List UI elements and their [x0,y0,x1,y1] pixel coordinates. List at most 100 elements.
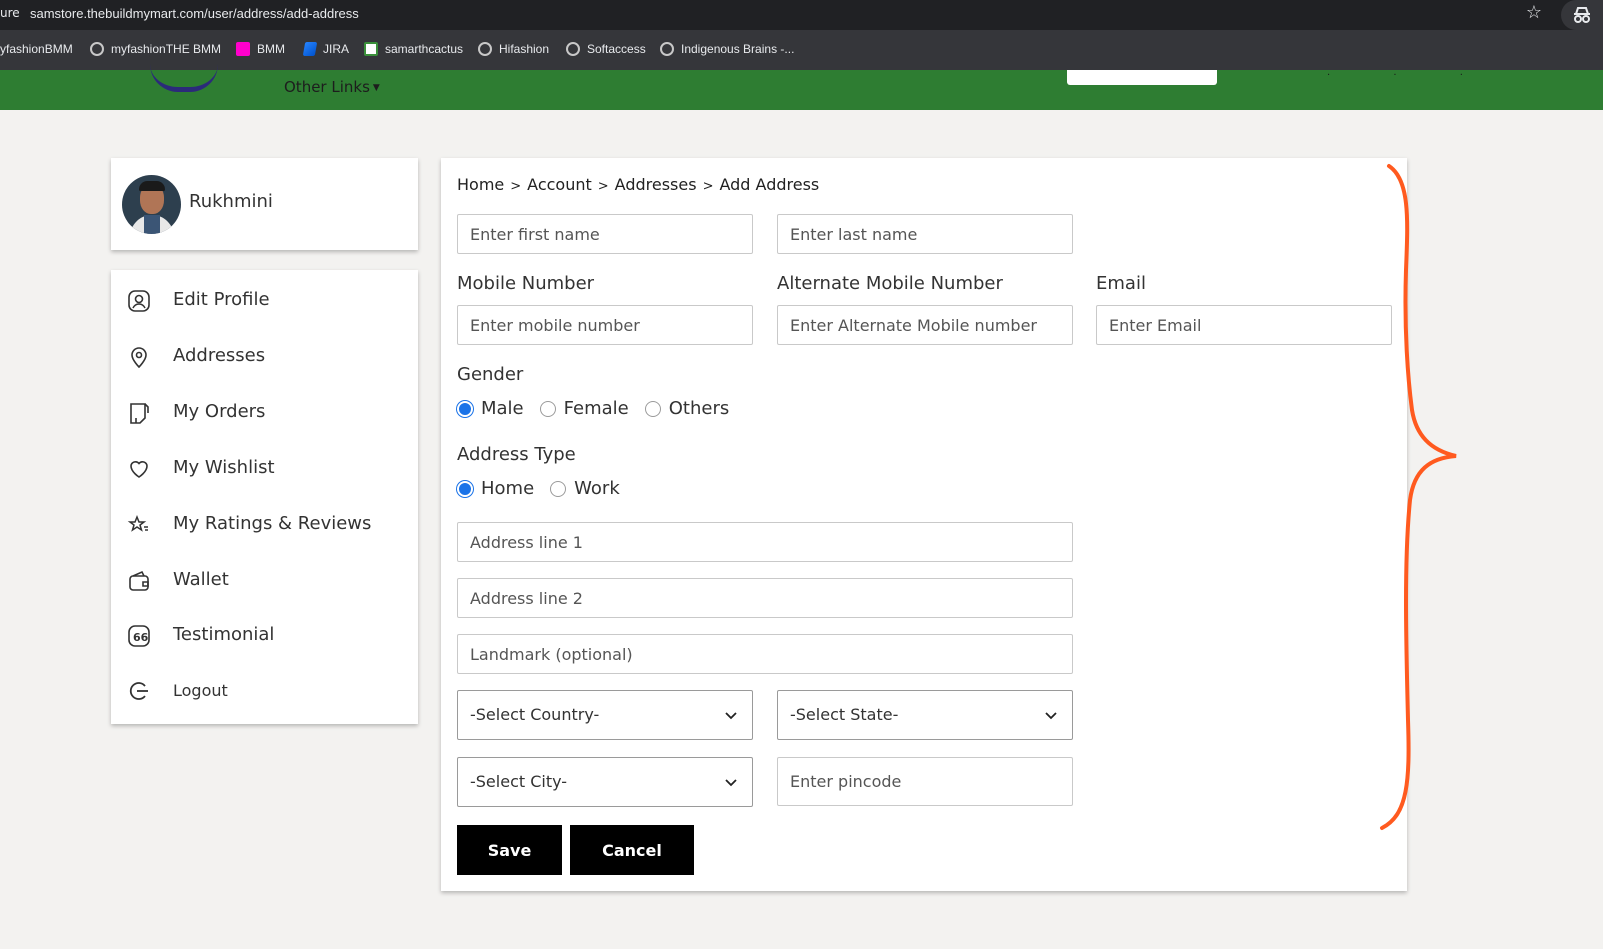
city-select-value: -Select City- [470,772,568,791]
bookmark-item[interactable]: myfashionTHE BMM [90,42,221,56]
breadcrumb-addresses[interactable]: Addresses [615,175,697,194]
breadcrumb-account[interactable]: Account [527,175,592,194]
gender-others-radio[interactable]: Others [644,398,729,419]
svg-text:66: 66 [133,631,149,644]
address-line2-field [457,578,1073,618]
samarth-favicon-icon [364,42,378,56]
address-line1-input[interactable] [458,523,1072,561]
incognito-icon[interactable] [1561,0,1603,30]
chevron-right-icon: > [597,179,609,194]
first-name-input[interactable] [458,215,752,253]
radio-selected-icon [457,400,473,417]
breadcrumb: Home > Account > Addresses > Add Address [457,175,819,194]
browser-url-bar: ure samstore.thebuildmymart.com/user/add… [0,0,1603,30]
address-type-label: Address Type [457,444,576,465]
alt-mobile-number-input[interactable] [778,306,1072,344]
header-search-box[interactable] [1067,70,1217,85]
star-icon [127,514,148,532]
landmark-input[interactable] [458,635,1072,673]
sidebar-item-testimonial[interactable]: 66 Testimonial [111,615,418,655]
bookmarks-bar: yfashionBMM myfashionTHE BMM BMM JIRA sa… [0,30,1603,70]
globe-icon [478,42,492,56]
gender-label: Gender [457,364,524,385]
avatar [122,175,181,234]
wallet-icon [129,570,149,591]
alt-mobile-number-label: Alternate Mobile Number [777,273,1003,294]
pincode-field [777,757,1073,806]
bookmark-star-icon[interactable]: ☆ [1524,3,1544,23]
quote-icon: 66 [128,625,150,647]
mobile-number-input[interactable] [458,306,752,344]
city-select[interactable]: -Select City- [457,757,753,807]
caret-down-icon: ▼ [372,82,380,93]
map-pin-icon [131,347,147,369]
last-name-field [777,214,1073,254]
account-sidebar-menu: Edit Profile Addresses My Orders My Wish… [111,270,418,724]
bookmark-item[interactable]: BMM [236,42,285,56]
site-header: Other Links ▼ · · · [0,70,1603,110]
jira-icon [302,42,318,56]
email-input[interactable] [1097,306,1391,344]
address-line2-input[interactable] [458,579,1072,617]
alt-mobile-number-field [777,305,1073,345]
orders-icon [130,403,149,424]
profile-name: Rukhmini [189,191,273,212]
country-select[interactable]: -Select Country- [457,690,753,740]
address-type-radio-group: Home Work [457,478,636,499]
url-scheme: ure [0,6,20,20]
chevron-down-icon [725,779,737,787]
email-field [1096,305,1392,345]
address-type-work-radio[interactable]: Work [550,478,620,499]
heart-icon [130,461,148,478]
sidebar-item-my-wishlist[interactable]: My Wishlist [111,448,418,488]
bookmark-item[interactable]: samarthcactus [364,42,463,56]
bookmark-item[interactable]: yfashionBMM [0,42,73,56]
header-icons: · · · [1327,70,1493,81]
bookmark-item[interactable]: Indigenous Brains -... [660,42,794,56]
globe-icon [660,42,674,56]
address-type-home-radio[interactable]: Home [457,478,534,499]
globe-icon [566,42,580,56]
chevron-down-icon [1045,712,1057,720]
bmm-favicon-icon [236,42,250,56]
gender-male-radio[interactable]: Male [457,398,524,419]
radio-unselected-icon [550,480,567,497]
save-button[interactable]: Save [457,825,562,875]
mobile-number-label: Mobile Number [457,273,595,294]
sidebar-item-addresses[interactable]: Addresses [111,336,418,376]
chevron-right-icon: > [702,179,714,194]
sidebar-item-logout[interactable]: Logout [111,670,418,710]
gender-radio-group: Male Female Others [457,398,745,419]
other-links-dropdown[interactable]: Other Links ▼ [284,78,380,96]
profile-card: Rukhmini [111,158,418,250]
globe-icon [90,42,104,56]
radio-unselected-icon [644,400,661,417]
sidebar-item-my-orders[interactable]: My Orders [111,392,418,432]
chevron-right-icon: > [510,179,522,194]
pincode-input[interactable] [778,758,1072,805]
state-select[interactable]: -Select State- [777,690,1073,740]
radio-unselected-icon [539,400,556,417]
cancel-button[interactable]: Cancel [570,825,694,875]
breadcrumb-add-address: Add Address [719,175,820,194]
country-select-value: -Select Country- [470,705,600,724]
bookmark-item[interactable]: JIRA [302,42,349,56]
site-logo[interactable] [150,64,218,92]
annotation-brace [1380,164,1457,830]
sidebar-item-ratings-reviews[interactable]: My Ratings & Reviews [111,504,418,544]
bookmark-item[interactable]: Softaccess [566,42,646,56]
radio-selected-icon [457,480,473,497]
state-select-value: -Select State- [790,705,899,724]
email-label: Email [1096,273,1146,294]
landmark-field [457,634,1073,674]
bookmark-item[interactable]: Hifashion [478,42,549,56]
last-name-input[interactable] [778,215,1072,253]
sidebar-item-wallet[interactable]: Wallet [111,560,418,600]
chevron-down-icon [725,712,737,720]
add-address-form-card: Home > Account > Addresses > Add Address Mobil… [441,158,1407,891]
mobile-number-field [457,305,753,345]
breadcrumb-home[interactable]: Home [457,175,504,194]
gender-female-radio[interactable]: Female [539,398,629,419]
address-bar-url[interactable]: samstore.thebuildmymart.com/user/address… [30,6,359,21]
sidebar-item-edit-profile[interactable]: Edit Profile [111,280,418,320]
